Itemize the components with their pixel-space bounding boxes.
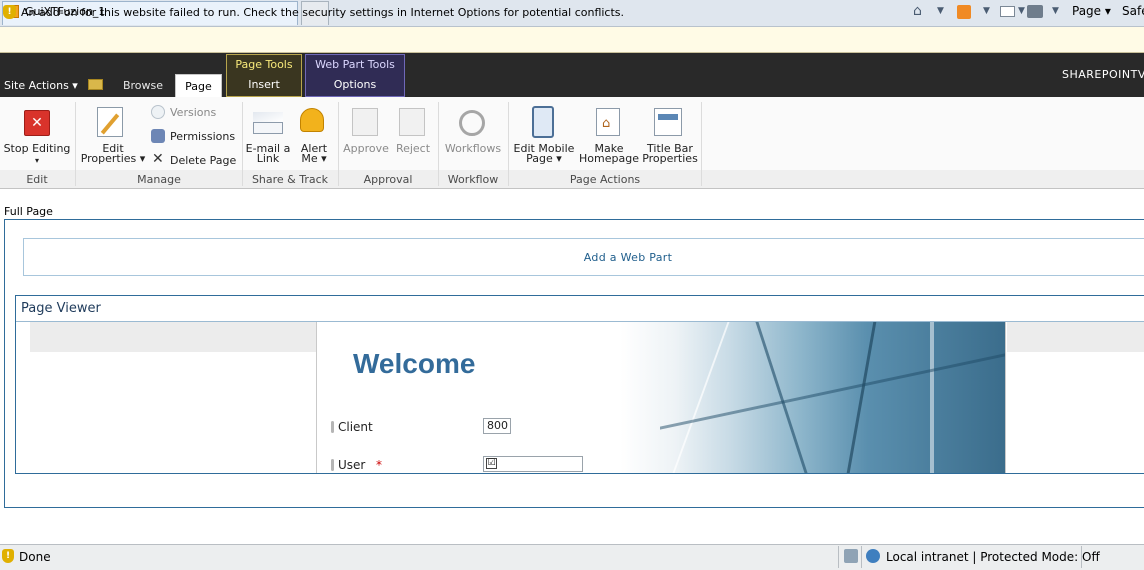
stop-editing-label: Stop Editing	[3, 142, 71, 155]
alert-me-label-2: Me ▾	[301, 152, 327, 165]
bell-icon	[300, 108, 324, 132]
home-icon[interactable]: ⌂	[913, 3, 922, 19]
security-zone-text[interactable]: Local intranet | Protected Mode: Off	[886, 550, 1100, 564]
client-label: Client	[338, 420, 373, 434]
client-input[interactable]: 800	[483, 418, 511, 434]
information-bar-text[interactable]: An add-on for this website failed to run…	[21, 6, 624, 19]
status-text: Done	[19, 550, 51, 564]
page-menu[interactable]: Page ▾	[1072, 4, 1111, 18]
print-icon[interactable]	[1027, 5, 1043, 18]
approve-label: Approve	[343, 142, 389, 155]
email-link-label-2: Link	[256, 152, 280, 165]
frame-header-bar-right	[1007, 322, 1144, 352]
page-actions-group-label: Page Actions	[569, 173, 641, 186]
title-bar-properties-icon	[654, 108, 682, 136]
permissions-icon	[151, 129, 165, 143]
envelope-flap-icon	[253, 112, 283, 123]
information-bar[interactable]	[0, 27, 1144, 53]
ribbon-separator	[701, 102, 702, 186]
edit-properties-label-2: Properties ▾	[80, 152, 146, 165]
versions-icon	[151, 105, 165, 119]
status-separator	[838, 546, 839, 568]
feeds-icon[interactable]	[957, 5, 971, 19]
user-field-marker	[331, 459, 334, 471]
user-label: User	[338, 458, 366, 472]
make-homepage-label-2: Homepage	[579, 152, 639, 165]
title-bar-properties-label-2: Properties	[642, 152, 698, 165]
site-actions-menu[interactable]: Site Actions ▾	[4, 79, 78, 92]
shield-warning-icon: !	[3, 5, 16, 19]
approve-icon	[352, 108, 378, 136]
web-part-tools-label: Web Part Tools	[315, 58, 395, 71]
status-separator	[1081, 546, 1082, 568]
safety-menu[interactable]: Safe	[1122, 4, 1144, 18]
zone-title: Full Page	[4, 205, 53, 218]
approval-group-label: Approval	[363, 173, 413, 186]
tab-options[interactable]: Options	[305, 78, 405, 91]
edit-mobile-page-label-2: Page ▾	[526, 152, 562, 165]
manage-group-label: Manage	[137, 173, 181, 186]
tab-browse[interactable]: Browse	[113, 75, 173, 97]
workflow-group-label: Workflow	[447, 173, 499, 186]
reject-label: Reject	[395, 142, 431, 155]
home-dropdown-icon[interactable]: ▼	[937, 6, 944, 16]
share-track-group-label: Share & Track	[251, 173, 329, 186]
stop-editing-icon: ✕	[24, 110, 50, 136]
page-viewer-frame[interactable]	[316, 322, 1006, 473]
tab-page[interactable]: Page	[175, 74, 222, 97]
add-web-part-link[interactable]: Add a Web Part	[23, 251, 1144, 264]
feeds-dropdown-icon[interactable]: ▼	[983, 6, 990, 16]
house-icon: ⌂	[602, 116, 611, 131]
workflows-label: Workflows	[444, 142, 502, 155]
delete-icon: ✕	[152, 151, 164, 167]
reject-icon	[399, 108, 425, 136]
site-name: SHAREPOINTV	[1062, 68, 1144, 81]
web-part-title[interactable]: Page Viewer	[21, 301, 101, 316]
mail-icon[interactable]	[1000, 6, 1015, 17]
required-asterisk: *	[376, 458, 382, 472]
delete-page-button[interactable]: Delete Page	[170, 154, 236, 167]
frame-header-bar-left	[30, 322, 316, 352]
edit-group-label: Edit	[26, 173, 48, 186]
mobile-page-icon	[532, 106, 554, 138]
tab-insert[interactable]: Insert	[226, 78, 302, 91]
status-separator	[861, 546, 862, 568]
user-input[interactable]	[483, 456, 583, 472]
mail-dropdown-icon[interactable]: ▼	[1018, 6, 1025, 16]
page-tools-label: Page Tools	[235, 58, 293, 71]
title-bar-stripe-icon	[658, 114, 678, 120]
welcome-heading: Welcome	[353, 348, 476, 379]
stop-editing-arrow-icon: ▾	[34, 156, 39, 165]
workflows-icon	[459, 110, 485, 136]
permissions-button[interactable]: Permissions	[170, 130, 235, 143]
client-field-marker	[331, 421, 334, 433]
popup-blocker-icon[interactable]	[844, 549, 858, 563]
print-dropdown-icon[interactable]: ▼	[1052, 6, 1059, 16]
building-image-line	[930, 322, 934, 473]
user-checkbox-icon[interactable]: ☑	[486, 458, 497, 469]
intranet-globe-icon[interactable]	[866, 549, 880, 563]
versions-button[interactable]: Versions	[170, 106, 216, 119]
navigate-up-icon[interactable]	[88, 79, 103, 90]
status-warning-icon[interactable]: !	[2, 549, 14, 563]
